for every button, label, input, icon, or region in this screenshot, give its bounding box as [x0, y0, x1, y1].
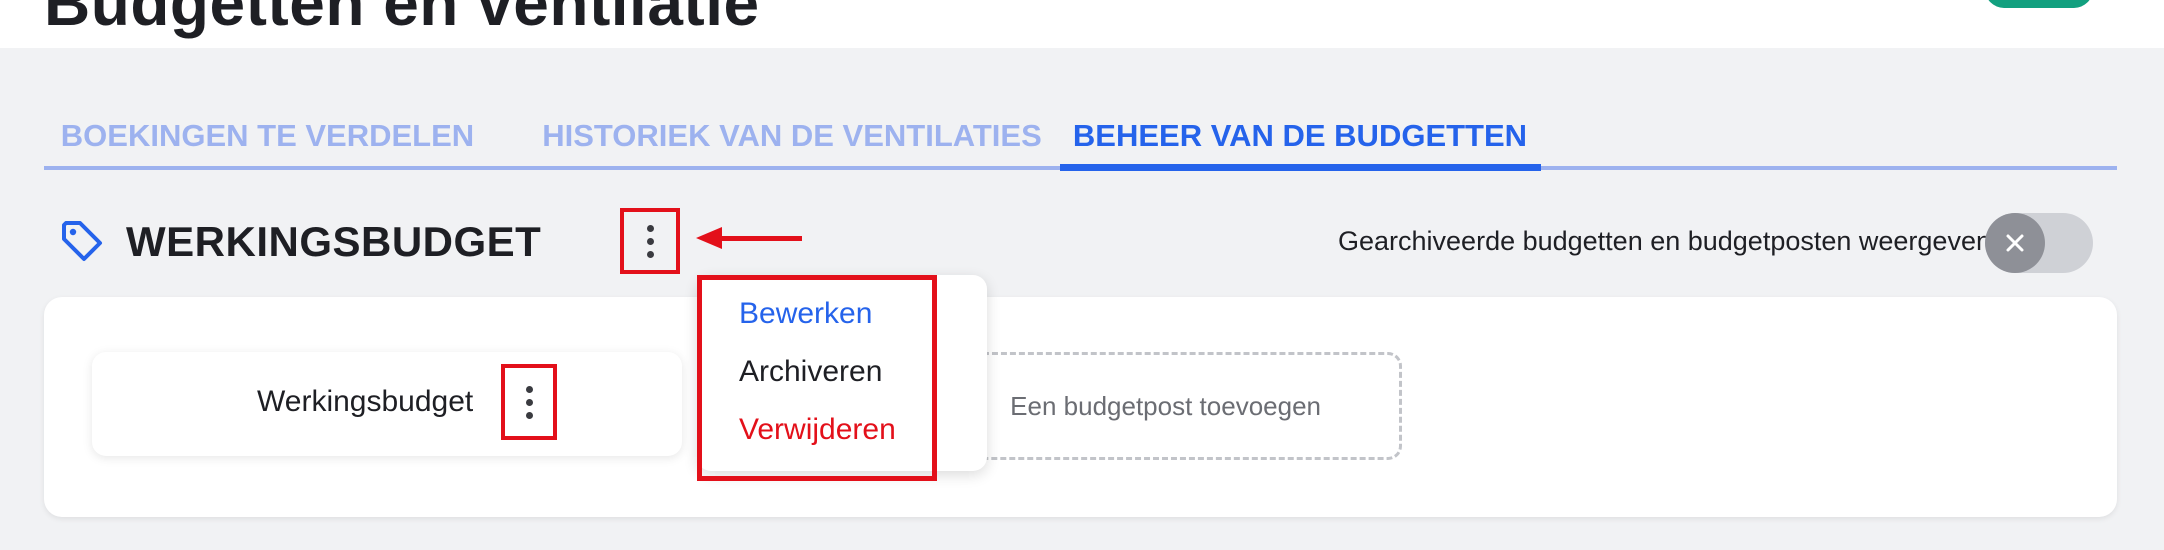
budget-name: Werkingsbudget: [257, 385, 474, 418]
archive-toggle[interactable]: [1985, 213, 2093, 273]
close-icon: [2006, 234, 2024, 252]
primary-action-button[interactable]: [1985, 0, 2093, 8]
budget-card[interactable]: Werkingsbudget: [92, 352, 682, 456]
add-budget-post-button[interactable]: Een budgetpost toevoegen: [960, 352, 1402, 460]
toggle-knob: [1985, 213, 2045, 273]
menu-highlight-box: [697, 275, 937, 481]
section-menu-button[interactable]: [620, 208, 680, 274]
archive-toggle-label: Gearchiveerde budgetten en budgetposten …: [1338, 226, 1991, 256]
vertical-dots-icon: [525, 385, 533, 419]
tag-icon: [62, 221, 102, 261]
active-tab-indicator: [1060, 164, 1541, 171]
tab-bar: BOEKINGEN TE VERDELEN HISTORIEK VAN DE V…: [44, 105, 2117, 171]
tab-ventilation-history[interactable]: HISTORIEK VAN DE VENTILATIES: [522, 105, 1062, 167]
budget-menu-button[interactable]: [501, 364, 557, 440]
arrow-left-icon: [696, 227, 802, 249]
vertical-dots-icon: [646, 224, 654, 258]
section-title: WERKINGSBUDGET: [126, 218, 542, 265]
tab-budget-management[interactable]: BEHEER VAN DE BUDGETTEN: [1060, 105, 1540, 167]
page-header: Budgetten en ventilatie: [0, 0, 2164, 48]
page-title: Budgetten en ventilatie: [44, 0, 760, 39]
tab-bookings-to-distribute[interactable]: BOEKINGEN TE VERDELEN: [60, 105, 475, 167]
